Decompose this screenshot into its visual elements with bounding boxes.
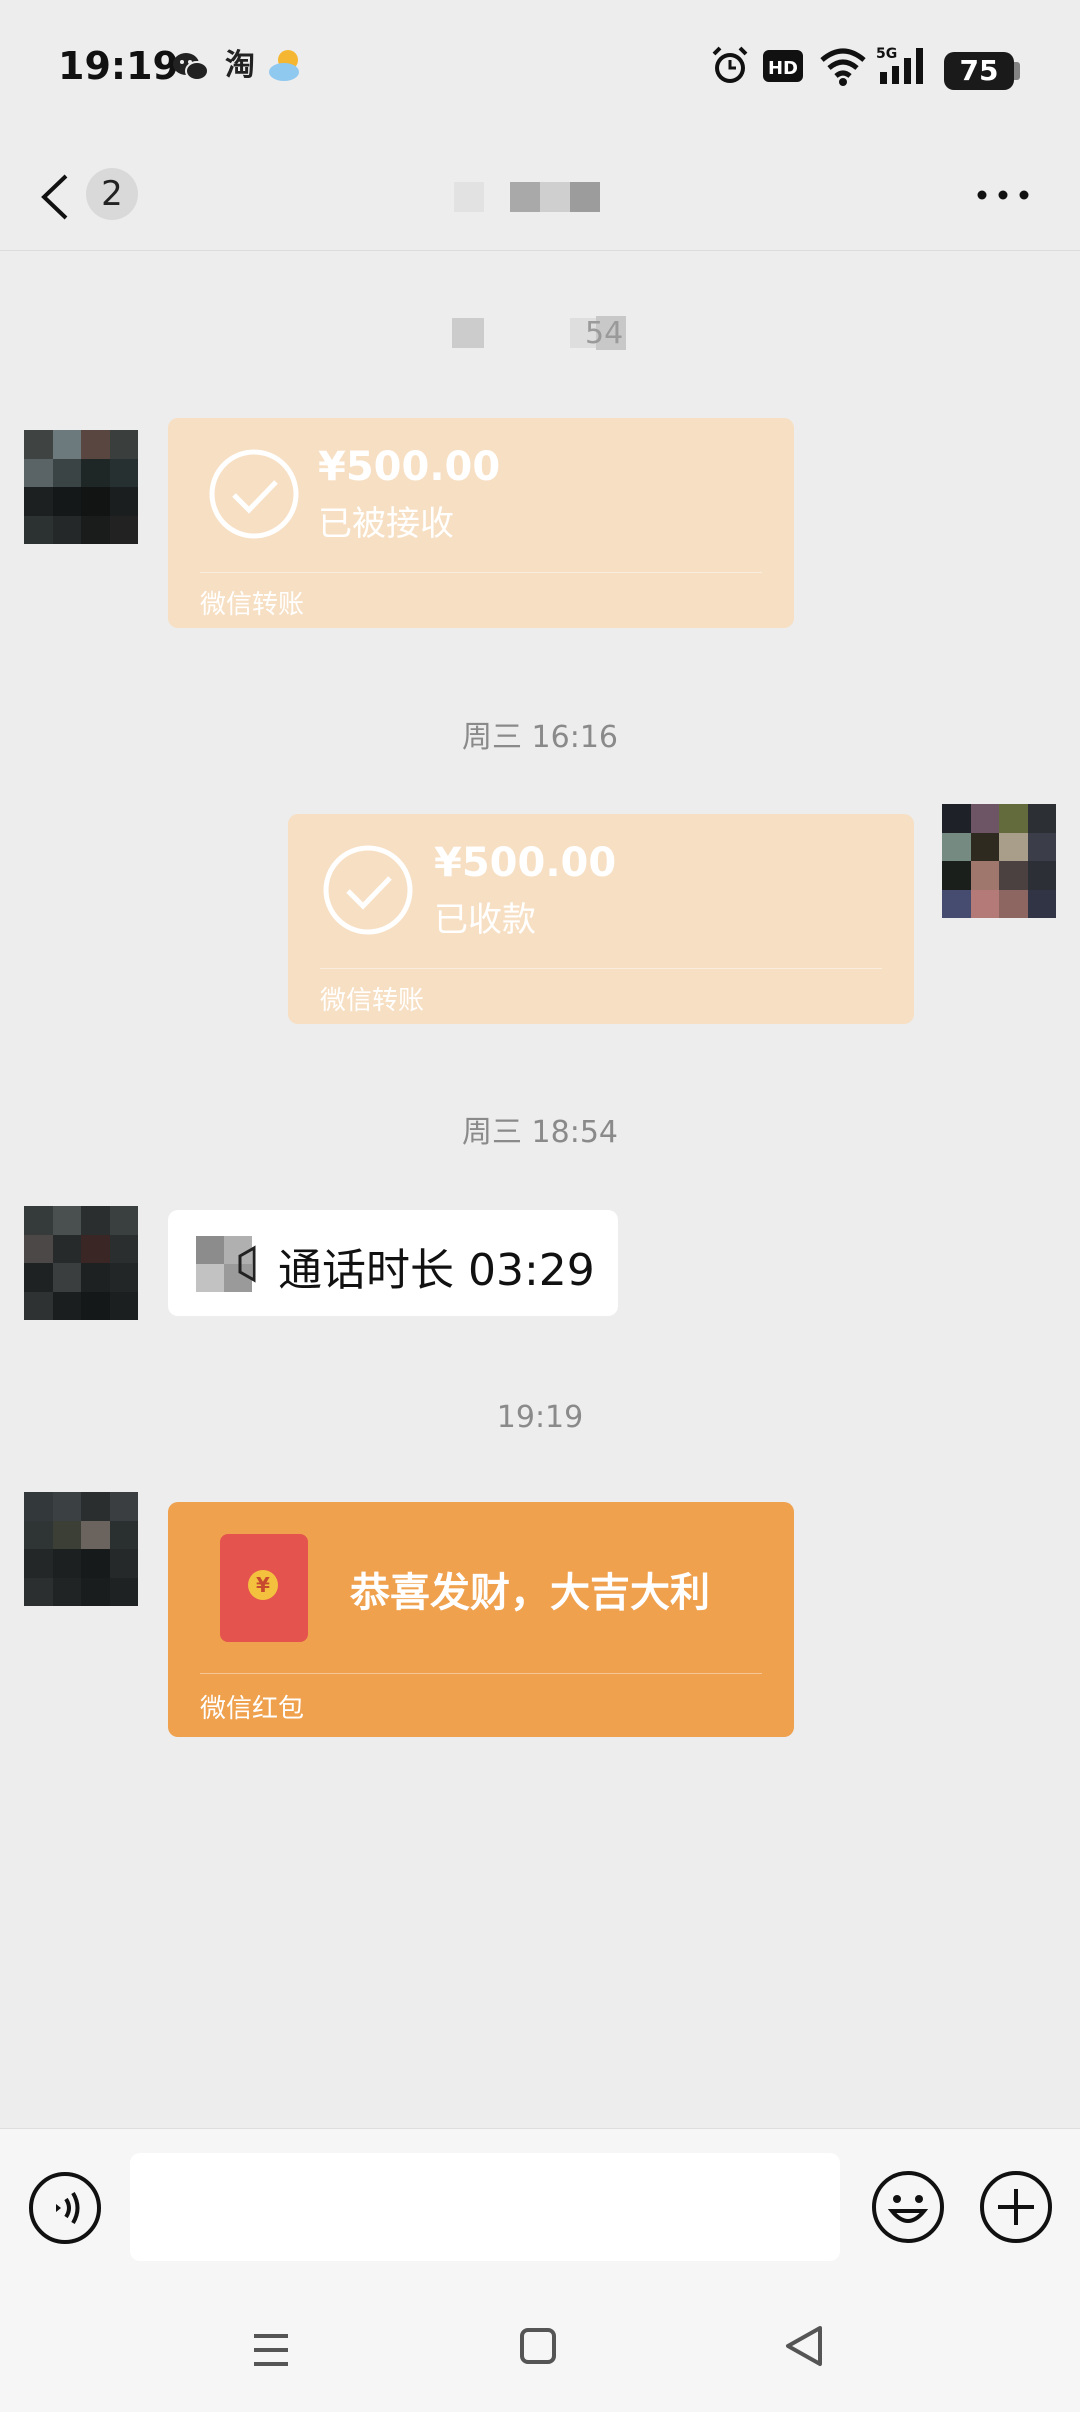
nav-back-icon[interactable]: [782, 2322, 826, 2370]
timestamp: 19:19: [496, 1400, 584, 1435]
transfer-source-label: 微信转账: [320, 986, 425, 1016]
signal-5g-icon: 5G: [876, 46, 923, 84]
avatar[interactable]: [24, 430, 138, 544]
transfer-amount: ¥500.00: [434, 840, 617, 886]
wifi-icon: [820, 48, 866, 86]
message-input[interactable]: [130, 2153, 840, 2261]
check-circle-icon: [209, 449, 299, 539]
yuan-coin-icon: ¥: [248, 1570, 278, 1600]
voice-icon[interactable]: [28, 2171, 102, 2245]
unread-count-badge: 2: [86, 168, 138, 220]
wechat-icon: [173, 53, 209, 81]
red-packet-source-label: 微信红包: [200, 1694, 305, 1724]
battery-icon: 75: [944, 52, 1014, 90]
transfer-source-label: 微信转账: [200, 590, 305, 620]
svg-text:5G: 5G: [876, 46, 897, 62]
card-divider: [320, 968, 882, 969]
red-envelope-icon: ¥: [220, 1534, 308, 1642]
chat-header: 2: [0, 140, 1080, 251]
timestamp-text: 54: [585, 316, 624, 351]
recent-apps-icon[interactable]: [250, 2330, 292, 2370]
battery-cap: [1014, 62, 1020, 80]
timestamp: 周三 16:16: [462, 720, 618, 755]
transfer-card-collected[interactable]: ¥500.00 已收款 微信转账: [288, 814, 914, 1024]
check-circle-icon: [323, 845, 413, 935]
chevron-left-icon: [41, 174, 68, 220]
red-packet-greeting: 恭喜发财，大吉大利: [350, 1570, 710, 1616]
transfer-card-received[interactable]: ¥500.00 已被接收 微信转账: [168, 418, 794, 628]
back-button[interactable]: 2: [36, 162, 146, 228]
status-time: 19:19: [58, 44, 179, 88]
input-bar: [0, 2128, 1080, 2287]
timestamp: 周三 18:54: [462, 1115, 618, 1150]
call-duration-text: 通话时长 03:29: [278, 1245, 595, 1296]
transfer-amount: ¥500.00: [318, 444, 501, 490]
home-icon[interactable]: [518, 2326, 558, 2366]
alarm-icon: [712, 46, 748, 83]
svg-text:HD: HD: [768, 58, 798, 79]
avatar[interactable]: [24, 1492, 138, 1606]
taobao-icon: 淘: [225, 48, 255, 83]
avatar[interactable]: [24, 1206, 138, 1320]
status-bar: 19:19 淘 HD 5G 75: [0, 0, 1080, 140]
video-call-message[interactable]: 通话时长 03:29: [168, 1210, 618, 1316]
system-navigation-bar: [0, 2286, 1080, 2412]
add-icon[interactable]: [978, 2169, 1054, 2245]
card-divider: [200, 572, 762, 573]
hd-icon: HD: [763, 50, 803, 82]
card-divider: [200, 1673, 762, 1674]
avatar-self[interactable]: [942, 804, 1056, 918]
transfer-status: 已被接收: [318, 504, 454, 544]
emoji-icon[interactable]: [870, 2169, 946, 2245]
weather-icon: [269, 50, 299, 81]
transfer-status: 已收款: [434, 900, 536, 940]
contact-name-redacted: [454, 182, 600, 212]
more-dots-icon[interactable]: [970, 170, 1040, 220]
red-packet-card[interactable]: ¥ 恭喜发财，大吉大利 微信红包: [168, 1502, 794, 1737]
video-call-icon: [196, 1236, 256, 1292]
